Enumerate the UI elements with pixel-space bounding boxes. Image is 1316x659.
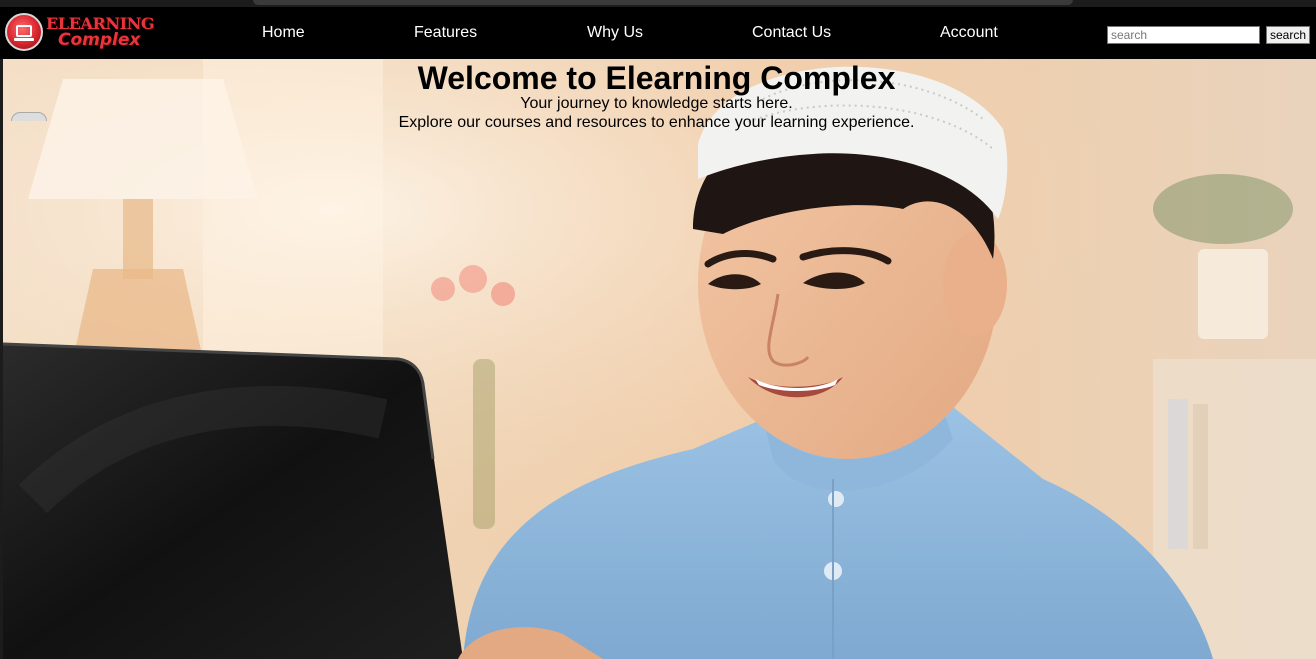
browser-viewport: ELEARNING Complex Home Features Why Us C…: [0, 0, 1316, 659]
hero-background-image: [3, 59, 1316, 659]
navbar: ELEARNING Complex Home Features Why Us C…: [0, 7, 1316, 59]
laptop-logo-icon: [5, 13, 43, 51]
nav-link-account[interactable]: Account: [940, 24, 998, 42]
nav-link-features[interactable]: Features: [414, 24, 477, 42]
search-input[interactable]: [1107, 26, 1260, 44]
nav-link-contact-us[interactable]: Contact Us: [752, 24, 831, 42]
nav-link-home[interactable]: Home: [262, 24, 305, 42]
logo-text-complex: Complex: [58, 30, 141, 50]
hero-title: Welcome to Elearning Complex: [417, 60, 896, 96]
hero-section: Welcome to Elearning Complex Your journe…: [3, 59, 1316, 659]
nav-link-why-us[interactable]: Why Us: [587, 24, 643, 42]
site-logo[interactable]: ELEARNING Complex: [5, 10, 165, 54]
hero-description: Explore our courses and resources to enh…: [398, 114, 915, 131]
browser-scroll-strip: [253, 0, 1073, 5]
hero-subtitle: Your journey to knowledge starts here.: [520, 95, 793, 112]
search-button[interactable]: search: [1266, 26, 1310, 44]
